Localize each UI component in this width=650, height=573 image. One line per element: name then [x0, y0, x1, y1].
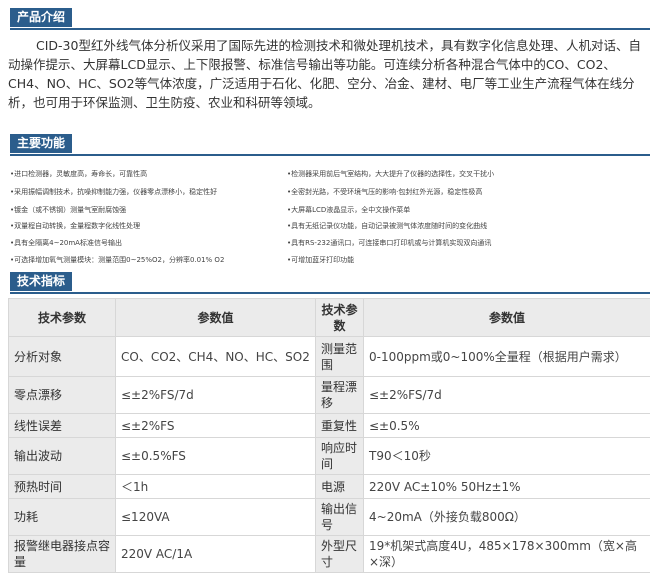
- feature-item: •检测器采用前后气室结构，大大提升了仪器的选择性，交叉干扰小: [287, 169, 494, 179]
- column-header: 技术参数: [316, 299, 364, 337]
- section-header-specs: 技术指标: [0, 272, 650, 294]
- section-divider: [10, 154, 650, 156]
- section-divider: [10, 292, 650, 294]
- param-name: 外型尺寸: [316, 536, 364, 573]
- specs-table: 技术参数 参数值 技术参数 参数值 分析对象 CO、CO2、CH4、NO、HC、…: [8, 298, 650, 573]
- table-row: 功耗 ≤120VA 输出信号 4~20mA（外接负载800Ω）: [9, 499, 650, 536]
- table-header-row: 技术参数 参数值 技术参数 参数值: [9, 299, 650, 337]
- param-value: ≤120VA: [116, 499, 316, 536]
- param-name: 功耗: [9, 499, 116, 536]
- param-name: 输出信号: [316, 499, 364, 536]
- param-name: 报警继电器接点容量: [9, 536, 116, 573]
- section-header-intro: 产品介绍: [0, 8, 650, 30]
- param-value: ≤±2%FS: [116, 414, 316, 438]
- param-value: CO、CO2、CH4、NO、HC、SO2: [116, 337, 316, 377]
- param-value: 220V AC/1A: [116, 536, 316, 573]
- param-value: 4~20mA（外接负载800Ω）: [364, 499, 650, 536]
- param-name: 重复性: [316, 414, 364, 438]
- param-value: 19*机架式高度4U，485×178×300mm（宽×高×深）: [364, 536, 650, 573]
- table-row: 输出波动 ≤±0.5%FS 响应时间 T90＜10秒: [9, 438, 650, 475]
- param-value: ≤±2%FS/7d: [364, 377, 650, 414]
- column-header: 参数值: [364, 299, 650, 337]
- param-value: ≤±2%FS/7d: [116, 377, 316, 414]
- param-name: 分析对象: [9, 337, 116, 377]
- feature-item: •采用振幅调制技术，抗噪抑制能力强，仪器零点漂移小，稳定性好: [10, 187, 217, 197]
- param-name: 量程漂移: [316, 377, 364, 414]
- feature-item: •镀金（或不锈钢）测量气室耐腐蚀强: [10, 205, 126, 215]
- table-row: 分析对象 CO、CO2、CH4、NO、HC、SO2 测量范围 0-100ppm或…: [9, 337, 650, 377]
- feature-item: •具有RS-232通讯口，可连接串口打印机或与计算机实现双向通讯: [287, 238, 491, 248]
- param-value: ＜1h: [116, 475, 316, 499]
- table-row: 零点漂移 ≤±2%FS/7d 量程漂移 ≤±2%FS/7d: [9, 377, 650, 414]
- param-name: 电源: [316, 475, 364, 499]
- section-header-features: 主要功能: [0, 134, 650, 156]
- param-value: T90＜10秒: [364, 438, 650, 475]
- column-header: 技术参数: [9, 299, 116, 337]
- param-name: 预热时间: [9, 475, 116, 499]
- feature-item: •具有无纸记录仪功能，自动记录被测气体浓度随时间的变化曲线: [287, 221, 487, 231]
- feature-item: •全密封光路，不受环境气压的影响·包封红外光源，稳定性极高: [287, 187, 482, 197]
- param-value: ≤±0.5%: [364, 414, 650, 438]
- param-name: 响应时间: [316, 438, 364, 475]
- feature-item: •具有全隔离4~20mA标准信号输出: [10, 238, 122, 248]
- feature-item: •双量程自动转换，金量程数字化线性处理: [10, 221, 140, 231]
- column-header: 参数值: [116, 299, 316, 337]
- param-name: 输出波动: [9, 438, 116, 475]
- section-title-features: 主要功能: [10, 134, 72, 153]
- table-row: 预热时间 ＜1h 电源 220V AC±10% 50Hz±1%: [9, 475, 650, 499]
- intro-paragraph: CID-30型红外线气体分析仪采用了国际先进的检测技术和微处理机技术，具有数字化…: [8, 36, 648, 112]
- section-divider: [10, 28, 650, 30]
- param-name: 线性误差: [9, 414, 116, 438]
- feature-item: •进口检测器，灵敏度高，寿命长，可靠性高: [10, 169, 147, 179]
- param-value: 0-100ppm或0~100%全量程（根据用户需求）: [364, 337, 650, 377]
- param-value: ≤±0.5%FS: [116, 438, 316, 475]
- table-row: 线性误差 ≤±2%FS 重复性 ≤±0.5%: [9, 414, 650, 438]
- param-name: 零点漂移: [9, 377, 116, 414]
- section-title-intro: 产品介绍: [10, 8, 72, 27]
- feature-item: •可选择增加氧气测量模块：测量范围0~25%O2，分辨率0.01% O2: [10, 255, 224, 265]
- table-row: 报警继电器接点容量 220V AC/1A 外型尺寸 19*机架式高度4U，485…: [9, 536, 650, 573]
- param-name: 测量范围: [316, 337, 364, 377]
- section-title-specs: 技术指标: [10, 272, 72, 291]
- param-value: 220V AC±10% 50Hz±1%: [364, 475, 650, 499]
- feature-item: •可增加蓝牙打印功能: [287, 255, 354, 265]
- feature-item: •大屏幕LCD液晶显示，全中文操作菜单: [287, 205, 410, 215]
